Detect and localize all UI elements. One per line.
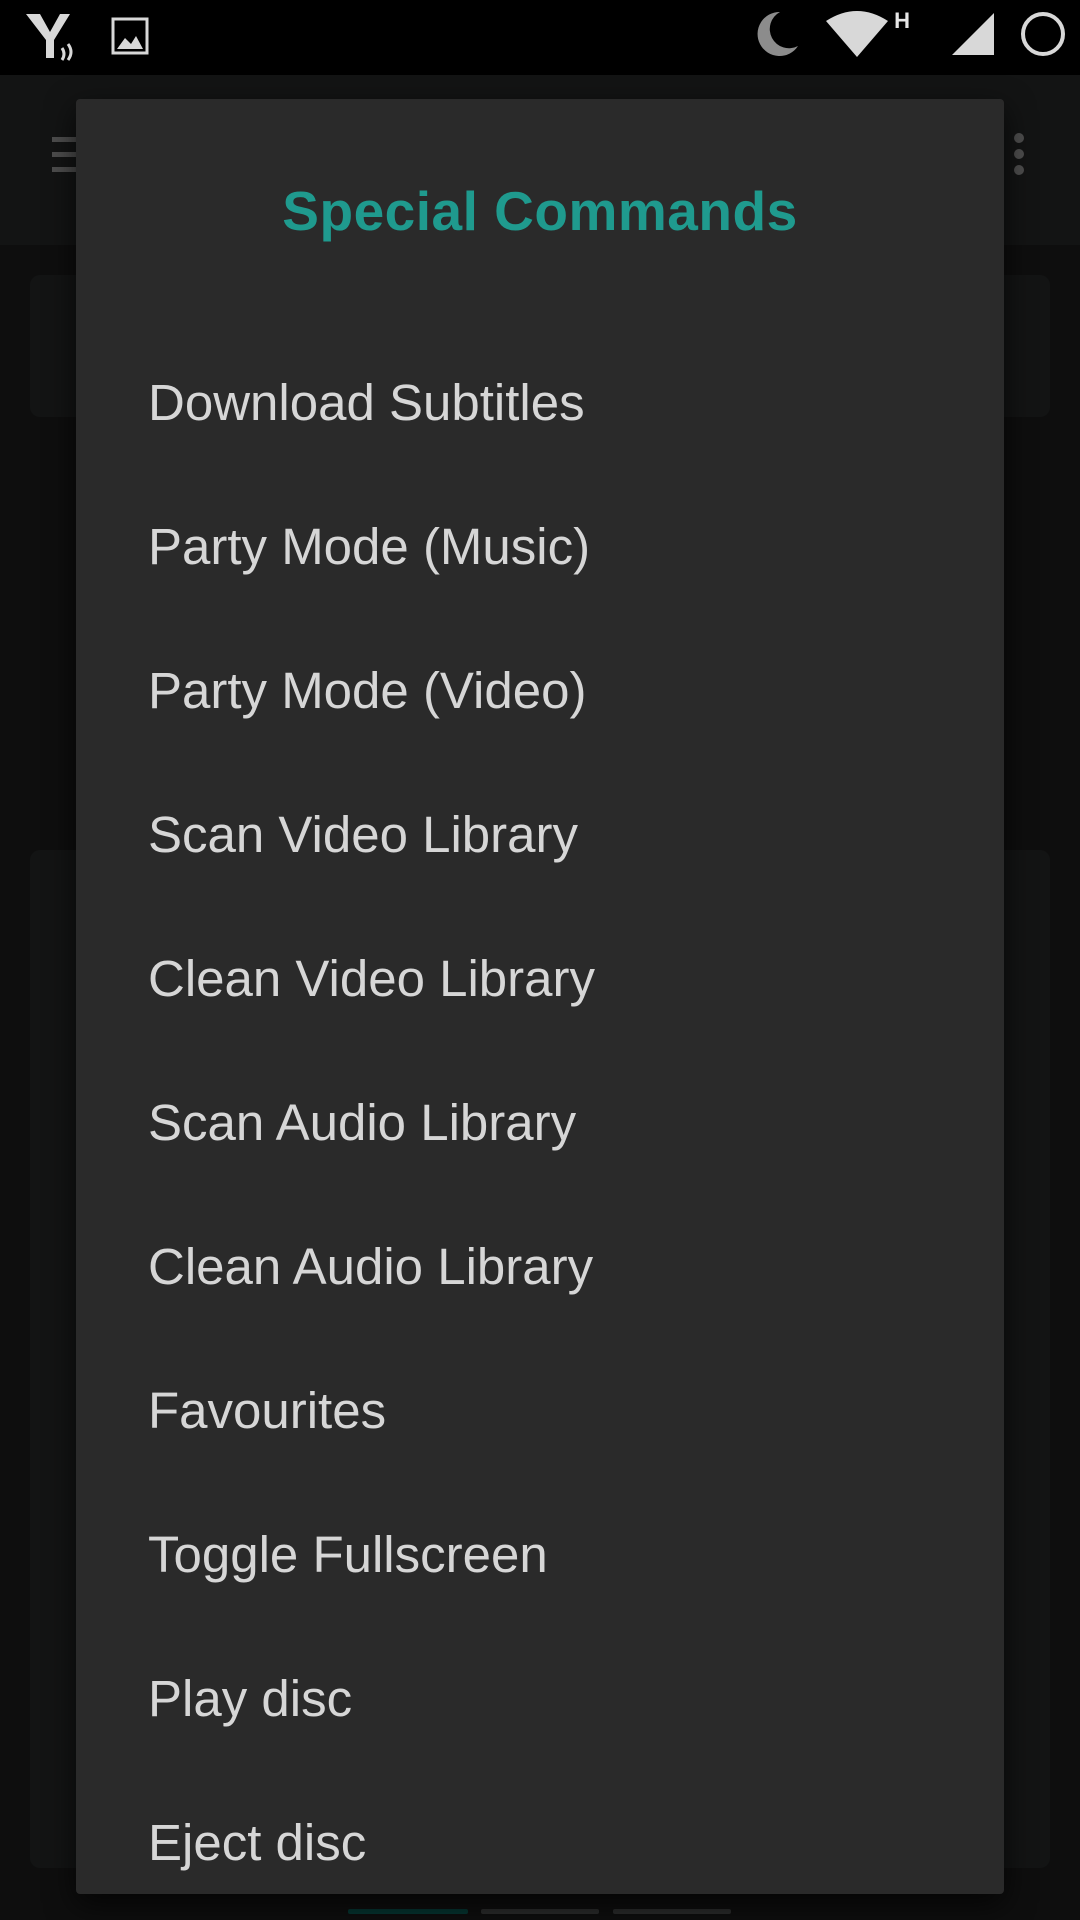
- cellular-signal-icon: [950, 11, 996, 62]
- command-party-mode-video[interactable]: Party Mode (Video): [76, 618, 1004, 762]
- command-play-disc[interactable]: Play disc: [76, 1626, 1004, 1770]
- command-eject-disc[interactable]: Eject disc: [76, 1770, 1004, 1914]
- special-commands-dialog: Special Commands Download Subtitles Part…: [76, 99, 1004, 1894]
- loading-ring-icon: [1018, 9, 1068, 64]
- status-bar-right: H: [750, 8, 1068, 65]
- screen: H Special Commands Download Subtitles Pa…: [0, 0, 1080, 1920]
- command-favourites[interactable]: Favourites: [76, 1338, 1004, 1482]
- command-clean-video-library[interactable]: Clean Video Library: [76, 906, 1004, 1050]
- dialog-title: Special Commands: [282, 180, 798, 242]
- command-party-mode-music[interactable]: Party Mode (Music): [76, 474, 1004, 618]
- moon-icon: [750, 8, 802, 65]
- command-scan-audio-library[interactable]: Scan Audio Library: [76, 1050, 1004, 1194]
- command-toggle-fullscreen[interactable]: Toggle Fullscreen: [76, 1482, 1004, 1626]
- app-logo-icon: [24, 10, 80, 67]
- network-type-label: H: [894, 7, 910, 33]
- command-scan-video-library[interactable]: Scan Video Library: [76, 762, 1004, 906]
- command-clean-audio-library[interactable]: Clean Audio Library: [76, 1194, 1004, 1338]
- command-list: Download Subtitles Party Mode (Music) Pa…: [76, 330, 1004, 1914]
- status-bar: H: [0, 0, 1080, 75]
- command-download-subtitles[interactable]: Download Subtitles: [76, 330, 1004, 474]
- wifi-icon: [824, 9, 890, 64]
- status-bar-left: [24, 10, 150, 67]
- image-notification-icon: [110, 16, 150, 61]
